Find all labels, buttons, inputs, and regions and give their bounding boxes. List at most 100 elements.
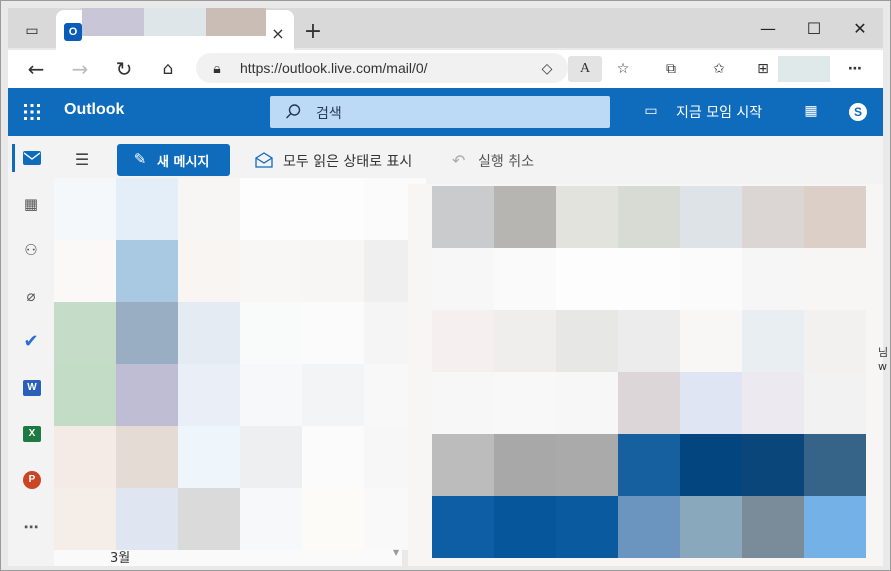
blur-tile [240,364,302,426]
blur-tile [432,310,494,372]
blur-tile [804,372,866,434]
blur-tile [178,426,240,488]
month-header: 3월 [110,551,131,566]
undo-icon[interactable]: ↶ [452,151,465,170]
blur-tile [556,310,618,372]
attachment-icon[interactable]: ⌀ [18,283,44,309]
tab-close-button[interactable]: × [268,24,288,44]
minimize-button[interactable]: — [756,18,780,42]
blur-tile [494,310,556,372]
rail-active-indicator [12,144,15,172]
blur-tile [494,434,556,496]
blur-tile [302,426,364,488]
blur-tile [680,310,742,372]
favorites-icon[interactable]: ✩ [708,58,730,80]
close-window-button[interactable]: ✕ [848,18,872,42]
search-placeholder[interactable]: 검색 [316,103,342,123]
hamburger-icon[interactable]: ☰ [72,150,92,170]
tab-actions-icon[interactable]: ▭ [20,20,44,44]
word-icon[interactable]: W [23,380,41,396]
blur-tile [804,248,866,310]
add-favorite-icon[interactable]: ☆ [612,58,634,80]
blur-tile [178,488,240,550]
blur-tile [54,488,116,550]
blur-tile [432,372,494,434]
brand-title[interactable]: Outlook [64,101,124,119]
blur-tile [54,364,116,426]
blur-tile [556,186,618,248]
blur-tile [804,310,866,372]
blur-tile [240,240,302,302]
blur-tile [54,426,116,488]
blur-tile [432,434,494,496]
blur-tile [54,302,116,364]
extensions-icon[interactable]: ⧉ [660,58,682,80]
blur-tile [680,186,742,248]
profile-icon[interactable] [778,56,830,82]
blur-tile [618,310,680,372]
new-tab-button[interactable]: + [302,21,324,44]
blur-tile [680,434,742,496]
blur-tile [494,372,556,434]
blur-tile [178,302,240,364]
blur-tile [240,488,302,550]
scroll-down-icon[interactable]: ▼ [393,548,399,557]
blur-tile [494,186,556,248]
lock-icon[interactable]: 🔒︎ [206,58,228,80]
blur-tile [556,496,618,558]
app-launcher-icon[interactable] [22,102,42,122]
url-text[interactable]: https://outlook.live.com/mail/0/ [240,60,428,76]
refresh-icon[interactable]: ↻ [110,56,138,84]
forward-icon[interactable]: → [66,56,94,84]
blur-tile [556,434,618,496]
blur-tile [680,496,742,558]
maximize-button[interactable]: ☐ [802,18,826,42]
blur-tile [618,372,680,434]
new-message-button[interactable]: ✎ 새 메시지 [117,144,230,176]
back-icon[interactable]: ← [22,56,50,84]
blur-tile [302,178,364,240]
blur-tile [556,248,618,310]
blur-tile [302,364,364,426]
home-icon[interactable]: ⌂ [154,56,182,84]
blur-tile [54,240,116,302]
mail-icon[interactable] [22,150,42,166]
reading-view-icon[interactable]: ◇ [536,58,558,80]
blur-tile [432,186,494,248]
excel-icon[interactable]: X [23,426,41,442]
calendar-icon[interactable]: ▦ [18,191,44,217]
blur-tile [680,248,742,310]
blur-tile [54,178,116,240]
todo-icon[interactable]: ✔ [18,329,44,355]
more-icon[interactable]: ⋯ [844,58,866,80]
blur-tile [618,496,680,558]
undo-button[interactable]: 실행 취소 [478,151,534,171]
read-aloud-icon[interactable]: A [574,58,596,80]
blur-tile [742,310,804,372]
mark-all-read-button[interactable]: 모두 읽은 상태로 표시 [283,151,412,171]
reading-pane-fragment: w [878,360,887,373]
envelope-open-icon[interactable] [254,151,274,169]
collections-icon[interactable]: ⊞ [752,58,774,80]
blur-tile [178,364,240,426]
blurred-region [82,8,144,36]
blur-tile [116,178,178,240]
blur-tile [116,302,178,364]
reading-pane-fragment: 님 [878,346,889,359]
meet-now-button[interactable]: 지금 모임 시작 [676,102,762,122]
blur-tile [742,248,804,310]
blur-tile [494,496,556,558]
qr-code-icon[interactable]: ▦ [800,100,822,122]
blur-tile [240,302,302,364]
blur-tile [618,186,680,248]
blur-tile [742,434,804,496]
skype-icon[interactable]: S [849,103,867,121]
blur-tile [302,488,364,550]
more-apps-icon[interactable]: ⋯ [18,514,44,540]
compose-icon: ✎ [133,150,147,168]
outlook-icon: O [64,23,82,41]
people-icon[interactable]: ⚇ [18,237,44,263]
video-camera-icon[interactable]: ▭ [640,100,662,122]
powerpoint-icon[interactable]: P [23,471,41,489]
blur-tile [804,434,866,496]
